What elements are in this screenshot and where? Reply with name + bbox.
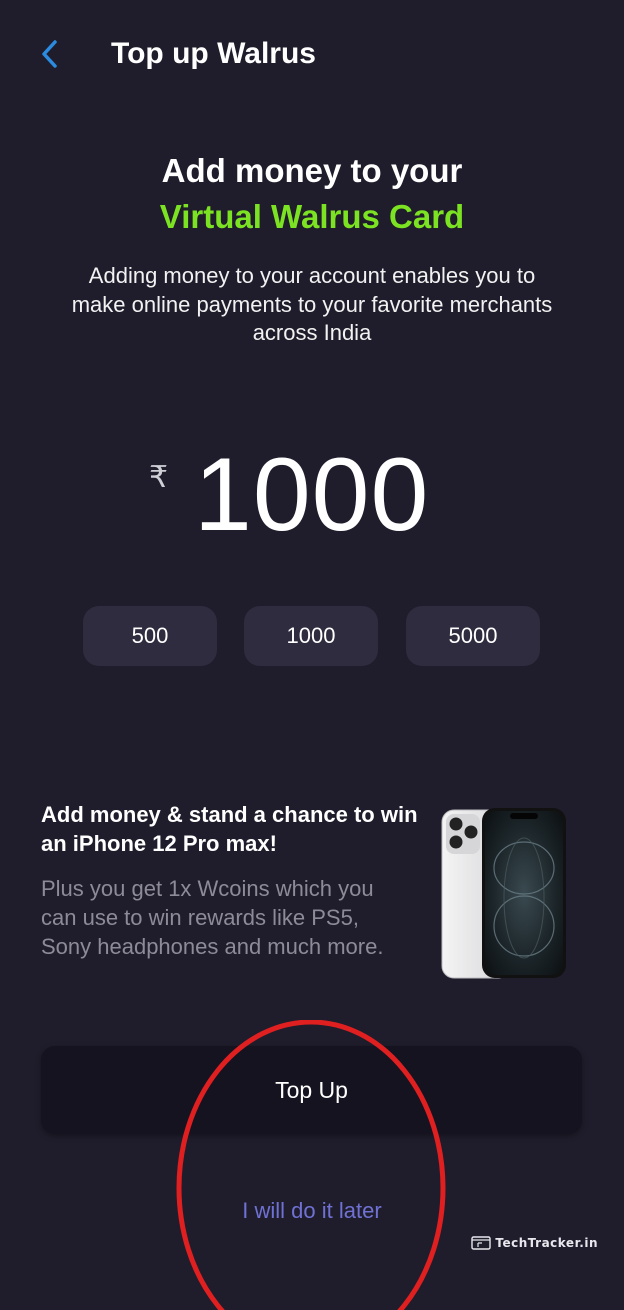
page-title: Top up Walrus xyxy=(111,37,316,70)
chevron-left-icon xyxy=(42,40,57,68)
quick-amount-500-button[interactable]: 500 xyxy=(83,606,217,666)
amount-input[interactable]: ₹ 1000 xyxy=(0,438,624,550)
quick-amount-5000-button[interactable]: 5000 xyxy=(406,606,540,666)
hero-title: Add money to your xyxy=(161,152,463,189)
browser-window-icon xyxy=(471,1236,492,1250)
app-header: Top up Walrus xyxy=(0,0,624,110)
promo-description: Plus you get 1x Wcoins which you can use… xyxy=(41,876,384,959)
hero-card-name: Virtual Walrus Card xyxy=(159,198,465,235)
watermark-text: TechTracker.in xyxy=(495,1236,598,1250)
rupee-symbol: ₹ xyxy=(149,461,169,494)
iphone-image xyxy=(441,808,566,979)
hero-description: Adding money to your account enables you… xyxy=(71,263,553,345)
top-up-button[interactable]: Top Up xyxy=(41,1046,582,1134)
hero-heading: Add money to your Virtual Walrus Card xyxy=(0,148,624,240)
amount-value[interactable]: 1000 xyxy=(194,440,429,550)
promo-title: Add money & stand a chance to win an iPh… xyxy=(41,802,418,856)
do-it-later-link[interactable]: I will do it later xyxy=(0,1195,624,1227)
quick-amount-1000-button[interactable]: 1000 xyxy=(244,606,378,666)
watermark: TechTracker.in xyxy=(471,1236,598,1250)
back-button[interactable] xyxy=(28,32,72,76)
